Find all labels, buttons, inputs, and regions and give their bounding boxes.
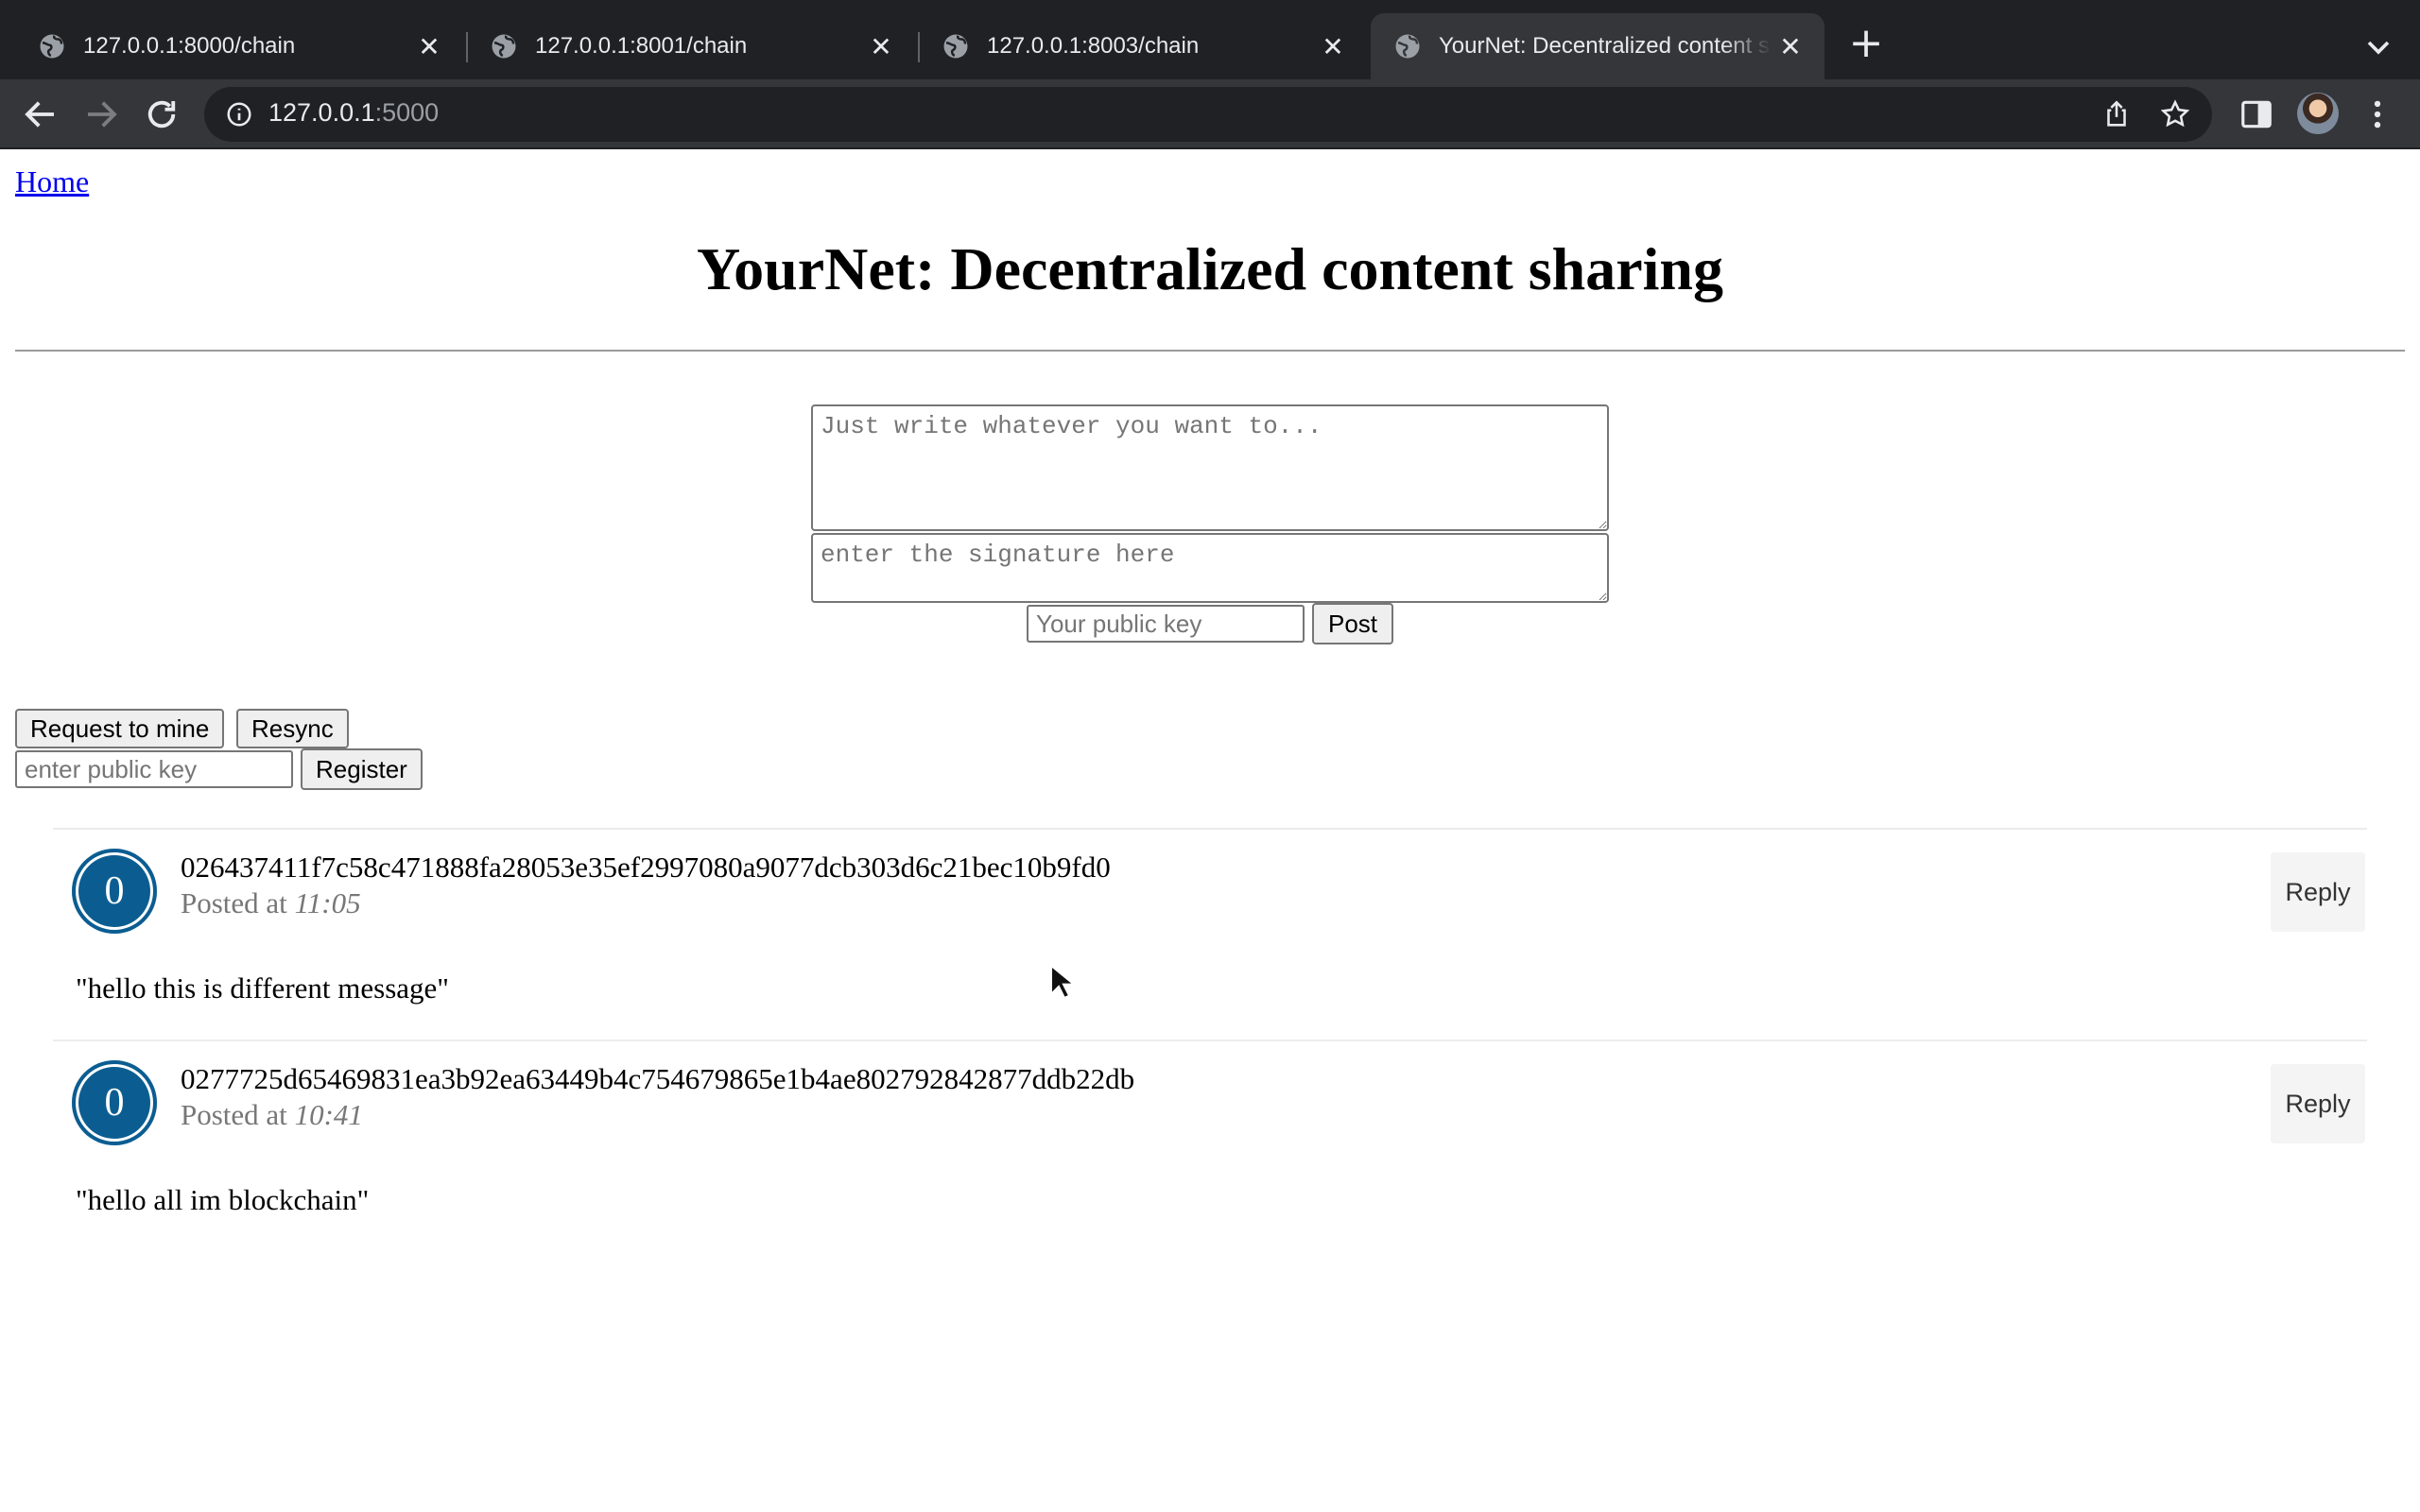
reply-button[interactable]: Reply	[2271, 852, 2365, 932]
browser-toolbar: 127.0.0.1:5000	[0, 79, 2420, 149]
share-icon[interactable]	[2100, 98, 2133, 130]
tab-search-icon[interactable]	[2360, 28, 2397, 66]
tab-title: 127.0.0.1:8000/chain	[83, 33, 296, 59]
tab-title: 127.0.0.1:8003/chain	[987, 33, 1200, 59]
post-timestamp: Posted at 10:41	[181, 1098, 363, 1132]
mouse-cursor-icon	[1050, 964, 1074, 1000]
post-author-key: 026437411f7c58c471888fa28053e35ef2997080…	[181, 850, 1111, 884]
avatar: 0	[72, 1060, 157, 1145]
post-content-textarea[interactable]	[811, 404, 1609, 531]
home-link[interactable]: Home	[15, 164, 89, 199]
globe-icon	[943, 34, 968, 59]
globe-icon	[40, 34, 64, 59]
side-panel-icon[interactable]	[2238, 96, 2274, 132]
post-button[interactable]: Post	[1312, 603, 1393, 644]
info-icon[interactable]	[225, 100, 253, 129]
kebab-menu-icon[interactable]	[2360, 96, 2395, 132]
resync-button[interactable]: Resync	[236, 709, 349, 748]
close-icon[interactable]: ✕	[1314, 27, 1352, 65]
reply-button[interactable]: Reply	[2271, 1064, 2365, 1143]
bookmark-star-icon[interactable]	[2159, 98, 2191, 130]
reload-icon[interactable]	[142, 94, 182, 134]
close-icon[interactable]: ✕	[1772, 27, 1809, 65]
forward-icon[interactable]	[81, 94, 121, 134]
tab-chain-8000[interactable]: 127.0.0.1:8000/chain ✕	[0, 13, 463, 79]
signature-textarea[interactable]	[811, 533, 1609, 603]
public-key-input[interactable]	[1027, 605, 1305, 643]
address-port: :5000	[374, 98, 440, 127]
register-public-key-input[interactable]	[15, 750, 293, 788]
divider	[15, 350, 2405, 352]
globe-icon	[492, 34, 516, 59]
close-icon[interactable]: ✕	[862, 27, 900, 65]
post-time: 10:41	[294, 1098, 363, 1131]
back-icon[interactable]	[21, 94, 60, 134]
register-button[interactable]: Register	[301, 748, 423, 790]
browser-tab-strip: 127.0.0.1:8000/chain ✕ 127.0.0.1:8001/ch…	[0, 0, 2420, 79]
tab-title: YourNet: Decentralized content sharing	[1439, 33, 1772, 59]
close-icon[interactable]: ✕	[410, 27, 448, 65]
address-bar[interactable]: 127.0.0.1:5000	[204, 87, 2212, 142]
post-timestamp: Posted at 11:05	[181, 886, 361, 920]
page-title: YourNet: Decentralized content sharing	[697, 235, 1723, 302]
address-host: 127.0.0.1	[268, 98, 375, 127]
globe-icon	[1395, 34, 1420, 59]
post-content: "hello all im blockchain"	[76, 1183, 370, 1216]
post-time: 11:05	[294, 886, 361, 919]
tab-title: 127.0.0.1:8001/chain	[535, 33, 748, 59]
posted-at-label: Posted at	[181, 886, 287, 919]
tab-yournet[interactable]: YourNet: Decentralized content sharing ✕	[1371, 13, 1824, 79]
request-to-mine-button[interactable]: Request to mine	[15, 709, 225, 748]
page-content: Home YourNet: Decentralized content shar…	[0, 151, 2420, 1512]
post-content: "hello this is different message"	[76, 971, 449, 1005]
avatar: 0	[72, 849, 157, 934]
post-author-key: 0277725d65469831ea3b92ea63449b4c75467986…	[181, 1062, 1135, 1095]
address-url[interactable]: 127.0.0.1:5000	[268, 98, 439, 128]
post-item: 0 0277725d65469831ea3b92ea63449b4c754679…	[53, 1040, 2367, 1251]
posted-at-label: Posted at	[181, 1098, 287, 1131]
tab-chain-8001[interactable]: 127.0.0.1:8001/chain ✕	[452, 13, 915, 79]
new-tab-icon[interactable]: +	[1845, 23, 1887, 66]
post-item: 0 026437411f7c58c471888fa28053e35ef29970…	[53, 828, 2367, 1040]
tab-chain-8003[interactable]: 127.0.0.1:8003/chain ✕	[904, 13, 1367, 79]
profile-avatar[interactable]	[2297, 93, 2339, 134]
